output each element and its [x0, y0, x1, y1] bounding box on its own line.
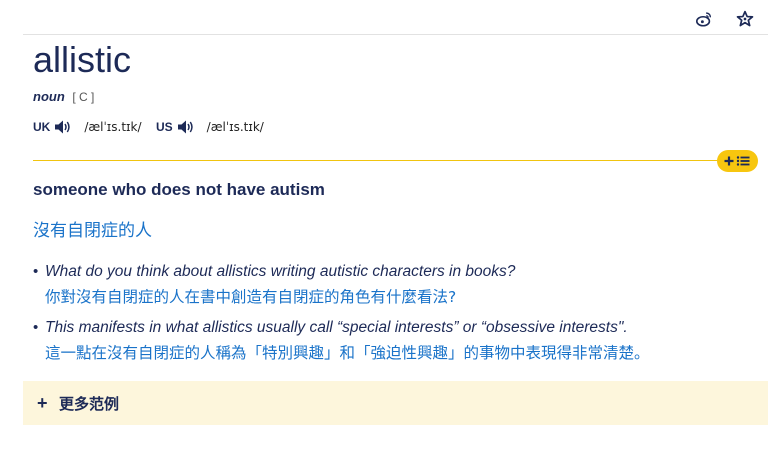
example-translation: 這一點在沒有自閉症的人稱為「特別興趣」和「強迫性興趣」的事物中表現得非常清楚。 — [45, 344, 650, 362]
speaker-icon[interactable] — [177, 119, 195, 135]
pronunciation-us: US /ælˈɪs.tɪk/ — [156, 119, 264, 135]
speaker-icon[interactable] — [54, 119, 72, 135]
plus-list-icon — [724, 156, 749, 166]
grammar-code: [ C ] — [72, 90, 95, 104]
more-examples-label: 更多范例 — [59, 394, 120, 413]
part-of-speech: noun — [33, 89, 65, 104]
star-icon[interactable] — [736, 10, 754, 28]
headword: allistic — [33, 39, 132, 80]
example-sentence: What do you think about allistics writin… — [45, 263, 516, 280]
region-label-uk: UK — [33, 120, 51, 134]
section-divider — [33, 160, 733, 161]
plus-icon: + — [37, 392, 48, 413]
example-translation: 你對沒有自閉症的人在書中創造有自閉症的角色有什麼看法? — [45, 288, 457, 306]
definition-translation: 沒有自閉症的人 — [33, 221, 152, 241]
add-to-word-list-button[interactable] — [717, 150, 758, 172]
ipa-uk: /ælˈɪs.tɪk/ — [84, 120, 142, 134]
region-label-us: US — [156, 120, 173, 134]
pronunciation-uk: UK /ælˈɪs.tɪk/ — [33, 119, 141, 135]
example-sentence: This manifests in what allistics usually… — [45, 319, 628, 336]
bullet: • — [33, 263, 39, 280]
definition: someone who does not have autism — [33, 180, 325, 199]
top-toolbar — [23, 0, 768, 35]
part-of-speech-line: noun [ C ] — [33, 89, 94, 104]
more-examples-button[interactable]: + 更多范例 — [23, 381, 768, 425]
bullet: • — [33, 319, 39, 336]
ipa-us: /ælˈɪs.tɪk/ — [206, 120, 264, 134]
weibo-icon[interactable] — [695, 10, 713, 28]
